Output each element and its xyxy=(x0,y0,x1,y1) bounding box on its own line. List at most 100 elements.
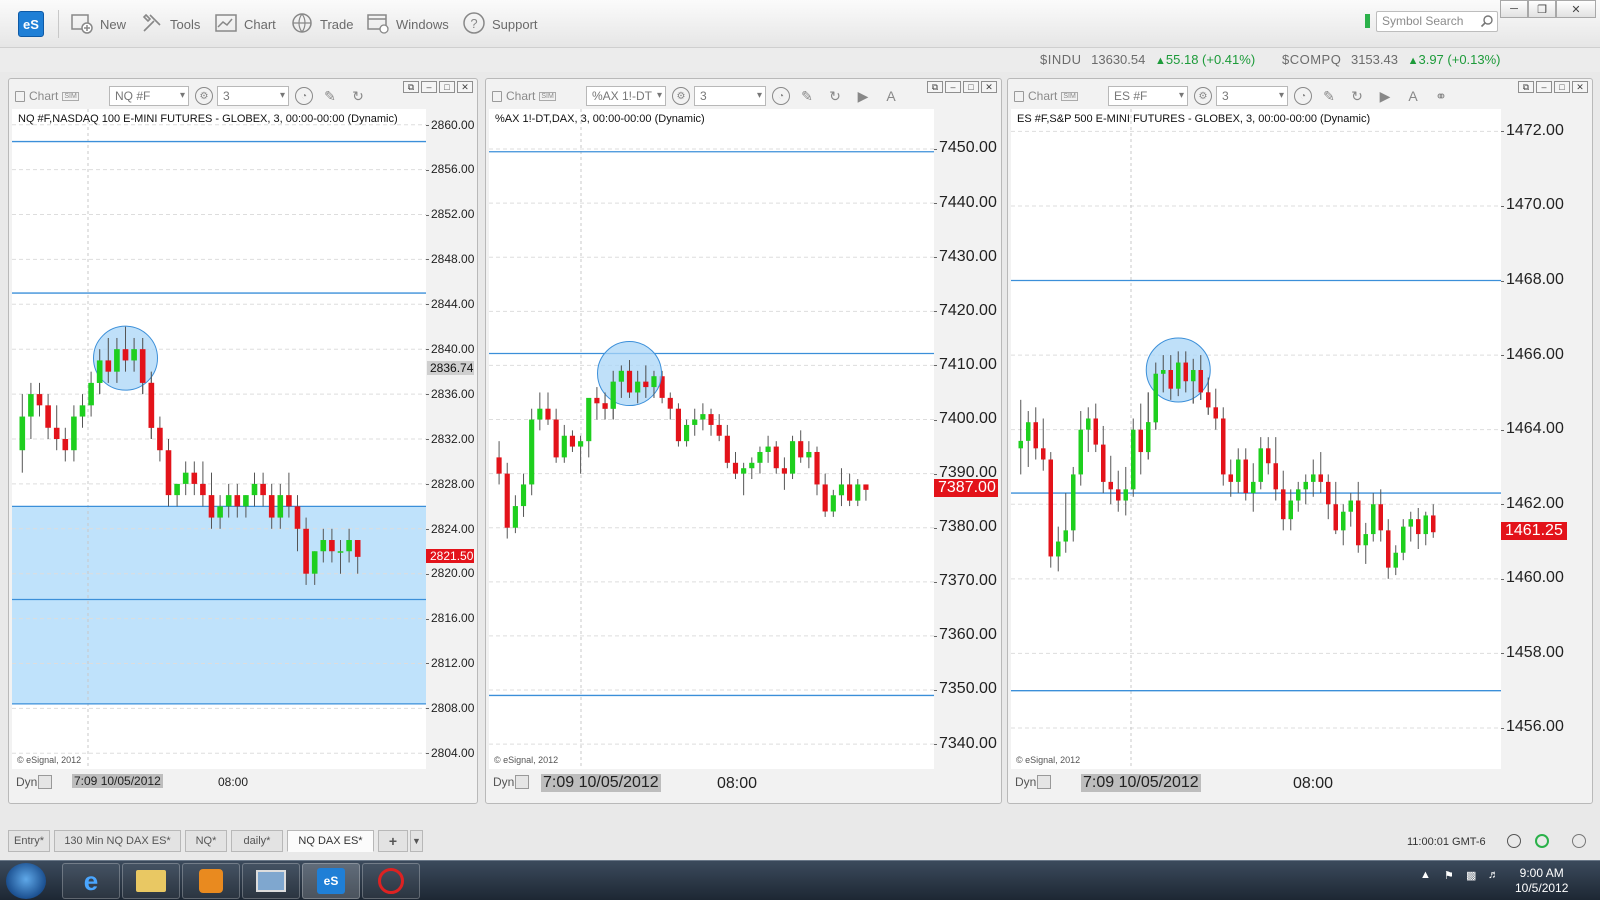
symbol-search-input[interactable]: Symbol Search xyxy=(1376,11,1498,32)
price-axis[interactable]: 7450.00 7440.00 7430.00 7420.00 7410.00 7400.… xyxy=(934,109,998,769)
action-center-icon[interactable]: ⚑ xyxy=(1444,869,1454,882)
interval-dropdown[interactable]: 3 xyxy=(1216,86,1288,106)
alert-icon[interactable]: A xyxy=(1404,87,1422,105)
alert-icon[interactable]: A xyxy=(882,87,900,105)
windows-icon xyxy=(366,11,390,38)
pencil-icon[interactable]: ✎ xyxy=(321,87,339,105)
clock-icon[interactable]: ◔ xyxy=(1294,87,1312,105)
chart-button[interactable]: Chart xyxy=(214,12,276,36)
maximize-chart-button[interactable]: □ xyxy=(439,81,455,93)
minimize-chart-button[interactable]: – xyxy=(1536,81,1552,93)
chart-plot-area[interactable]: %AX 1!-DT,DAX, 3, 00:00-00:00 (Dynamic) ©… xyxy=(489,109,934,769)
symbol-dropdown[interactable]: %AX 1!-DT xyxy=(586,86,666,106)
tools-label: Tools xyxy=(170,16,201,32)
show-hidden-icons-icon[interactable]: ▲ xyxy=(1420,869,1431,881)
support-label: Support xyxy=(492,16,538,32)
loop-icon[interactable]: ↻ xyxy=(826,87,844,105)
loop-icon[interactable]: ↻ xyxy=(349,87,367,105)
time-axis[interactable]: Dyn 7:09 10/05/2012 08:00 xyxy=(12,771,426,793)
interval-settings-icon[interactable]: ⚙ xyxy=(1194,87,1212,105)
popout-chart-button[interactable]: ⧉ xyxy=(927,81,943,93)
price-axis[interactable]: 1472.00 1470.00 1468.00 1466.00 1464.00 1462.… xyxy=(1501,109,1589,769)
interval-settings-icon[interactable]: ⚙ xyxy=(195,87,213,105)
media-player-icon[interactable] xyxy=(182,863,240,899)
candle-body xyxy=(1041,448,1046,460)
close-chart-button[interactable]: ✕ xyxy=(1572,81,1588,93)
support-button[interactable]: ? Support xyxy=(462,11,538,36)
loop-icon[interactable]: ↻ xyxy=(1348,87,1366,105)
tab-daily[interactable]: daily* xyxy=(231,830,283,852)
volume-icon[interactable]: ♬ xyxy=(1488,869,1499,881)
dynamic-toggle-button[interactable] xyxy=(1037,775,1051,789)
internet-explorer-icon[interactable]: e xyxy=(62,863,120,899)
maximize-chart-button[interactable]: □ xyxy=(963,81,979,93)
close-chart-button[interactable]: ✕ xyxy=(457,81,473,93)
clock-icon[interactable]: ◔ xyxy=(772,87,790,105)
restore-window-button[interactable]: ❐ xyxy=(1528,0,1556,18)
link-tag-icon[interactable]: SIM xyxy=(62,91,79,101)
tab-menu-dropdown[interactable]: ▼ xyxy=(410,830,423,852)
windows-button[interactable]: Windows xyxy=(366,12,449,36)
popout-chart-button[interactable]: ⧉ xyxy=(403,81,419,93)
close-window-button[interactable]: ✕ xyxy=(1556,0,1596,18)
connection-status-icon[interactable] xyxy=(1535,834,1549,848)
esignal-taskbar-icon[interactable]: eS xyxy=(302,863,360,899)
time-tick-label: 08:00 xyxy=(717,775,758,792)
dynamic-toggle-button[interactable] xyxy=(515,775,529,789)
interval-dropdown[interactable]: 3 xyxy=(694,86,766,106)
windows-start-button[interactable] xyxy=(6,863,46,899)
settings-icon[interactable] xyxy=(1572,834,1586,848)
chart-plot-area[interactable]: NQ #F,NASDAQ 100 E-MINI FUTURES - GLOBEX… xyxy=(12,109,426,769)
chart-plot-area[interactable]: ES #F,S&P 500 E-MINI FUTURES - GLOBEX, 3… xyxy=(1011,109,1501,769)
ticker-indu[interactable]: $INDU 13630.54 ▲55.18 (+0.41%) xyxy=(1040,52,1255,67)
esignal-logo[interactable]: eS xyxy=(18,11,44,37)
chart-panel-1: ChartSIM NQ #F ⚙ 3 ◔ ✎ ↻ ⧉–□✕ NQ #F,NASDAQ 100 E… xyxy=(8,78,478,804)
price-tick-mark xyxy=(426,483,429,485)
tab-130min-nq-dax-es[interactable]: 130 Min NQ DAX ES* xyxy=(54,830,181,852)
new-button[interactable]: New xyxy=(70,12,126,36)
time-axis[interactable]: Dyn 7:09 10/05/2012 08:00 xyxy=(1011,771,1501,793)
chart-panel-2: ChartSIM %AX 1!-DT ⚙ 3 ◔ ✎ ↻ ▶ A ⧉–□✕ %AX 1!-DT,DA… xyxy=(485,78,1002,804)
popout-chart-button[interactable]: ⧉ xyxy=(1518,81,1534,93)
pencil-icon[interactable]: ✎ xyxy=(798,87,816,105)
tools-button[interactable]: Tools xyxy=(140,12,200,36)
tab-nq-dax-es[interactable]: NQ DAX ES* xyxy=(287,830,374,852)
candle-body xyxy=(651,376,657,388)
maximize-chart-button[interactable]: □ xyxy=(1554,81,1570,93)
time-axis[interactable]: Dyn 7:09 10/05/2012 08:00 xyxy=(489,771,934,793)
tab-entry[interactable]: Entry* xyxy=(8,830,50,852)
minimize-chart-button[interactable]: – xyxy=(421,81,437,93)
tab-nq[interactable]: NQ* xyxy=(185,830,227,852)
play-icon[interactable]: ▶ xyxy=(854,87,872,105)
clock-icon[interactable]: ◔ xyxy=(295,87,313,105)
trading-app-icon[interactable] xyxy=(362,863,420,899)
ticker-compq[interactable]: $COMPQ 3153.43 ▲3.97 (+0.13%) xyxy=(1282,52,1501,67)
trade-button[interactable]: Trade xyxy=(290,12,353,36)
network-icon[interactable]: ▩ xyxy=(1466,869,1476,882)
candle xyxy=(1303,474,1308,505)
file-explorer-icon[interactable] xyxy=(122,863,180,899)
dynamic-toggle-button[interactable] xyxy=(38,775,52,789)
candle-body xyxy=(1348,500,1353,512)
interval-dropdown[interactable]: 3 xyxy=(217,86,289,106)
link-icon[interactable]: ⚭ xyxy=(1432,87,1450,105)
candle-body xyxy=(1221,418,1226,475)
close-chart-button[interactable]: ✕ xyxy=(981,81,997,93)
price-axis[interactable]: 2860.00 2856.00 2852.00 2848.00 2844.00 2840.… xyxy=(426,109,474,769)
interval-settings-icon[interactable]: ⚙ xyxy=(672,87,690,105)
link-tag-icon[interactable]: SIM xyxy=(539,91,556,101)
link-tag-icon[interactable]: SIM xyxy=(1061,91,1078,101)
add-tab-button[interactable]: + xyxy=(378,830,408,852)
candle-body xyxy=(1138,429,1143,453)
symbol-dropdown[interactable]: NQ #F xyxy=(109,86,189,106)
taskbar-clock[interactable]: 9:00 AM 10/5/2012 xyxy=(1515,866,1568,896)
pencil-icon[interactable]: ✎ xyxy=(1320,87,1338,105)
refresh-icon[interactable] xyxy=(1507,834,1521,848)
symbol-dropdown[interactable]: ES #F xyxy=(1108,86,1188,106)
minimize-chart-button[interactable]: – xyxy=(945,81,961,93)
minimize-window-button[interactable]: ─ xyxy=(1500,0,1528,18)
play-icon[interactable]: ▶ xyxy=(1376,87,1394,105)
candle-body xyxy=(1108,481,1113,490)
remote-desktop-icon[interactable] xyxy=(242,863,300,899)
dynamic-label: Dyn xyxy=(493,775,515,789)
